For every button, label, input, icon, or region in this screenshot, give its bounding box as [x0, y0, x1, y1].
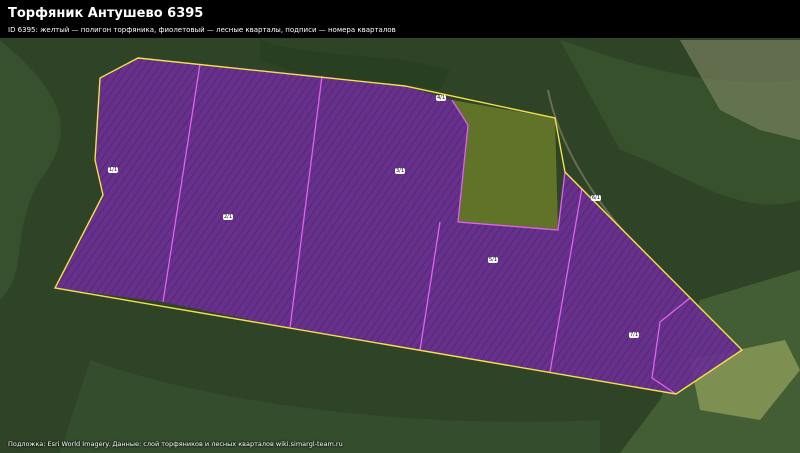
- map-canvas[interactable]: [0, 0, 800, 453]
- quarter-label: 2/1: [222, 214, 234, 220]
- quarter-label: 4/1: [435, 95, 447, 101]
- quarter-label: 6/1: [590, 195, 602, 201]
- map-legend-text: ID 6395: желтый — полигон торфяника, фио…: [8, 26, 396, 34]
- quarter-label: 1/1: [107, 167, 119, 173]
- quarter-label: 3/1: [394, 168, 406, 174]
- quarter-label: 7/1: [628, 332, 640, 338]
- field-clearing: [452, 100, 558, 230]
- map-title: Торфяник Антушево 6395: [8, 6, 204, 21]
- map-attribution: Подложка: Esri World Imagery. Данные: сл…: [8, 440, 343, 448]
- header-bar: Торфяник Антушево 6395 ID 6395: желтый —…: [0, 0, 800, 38]
- quarter-label: 5/1: [487, 257, 499, 263]
